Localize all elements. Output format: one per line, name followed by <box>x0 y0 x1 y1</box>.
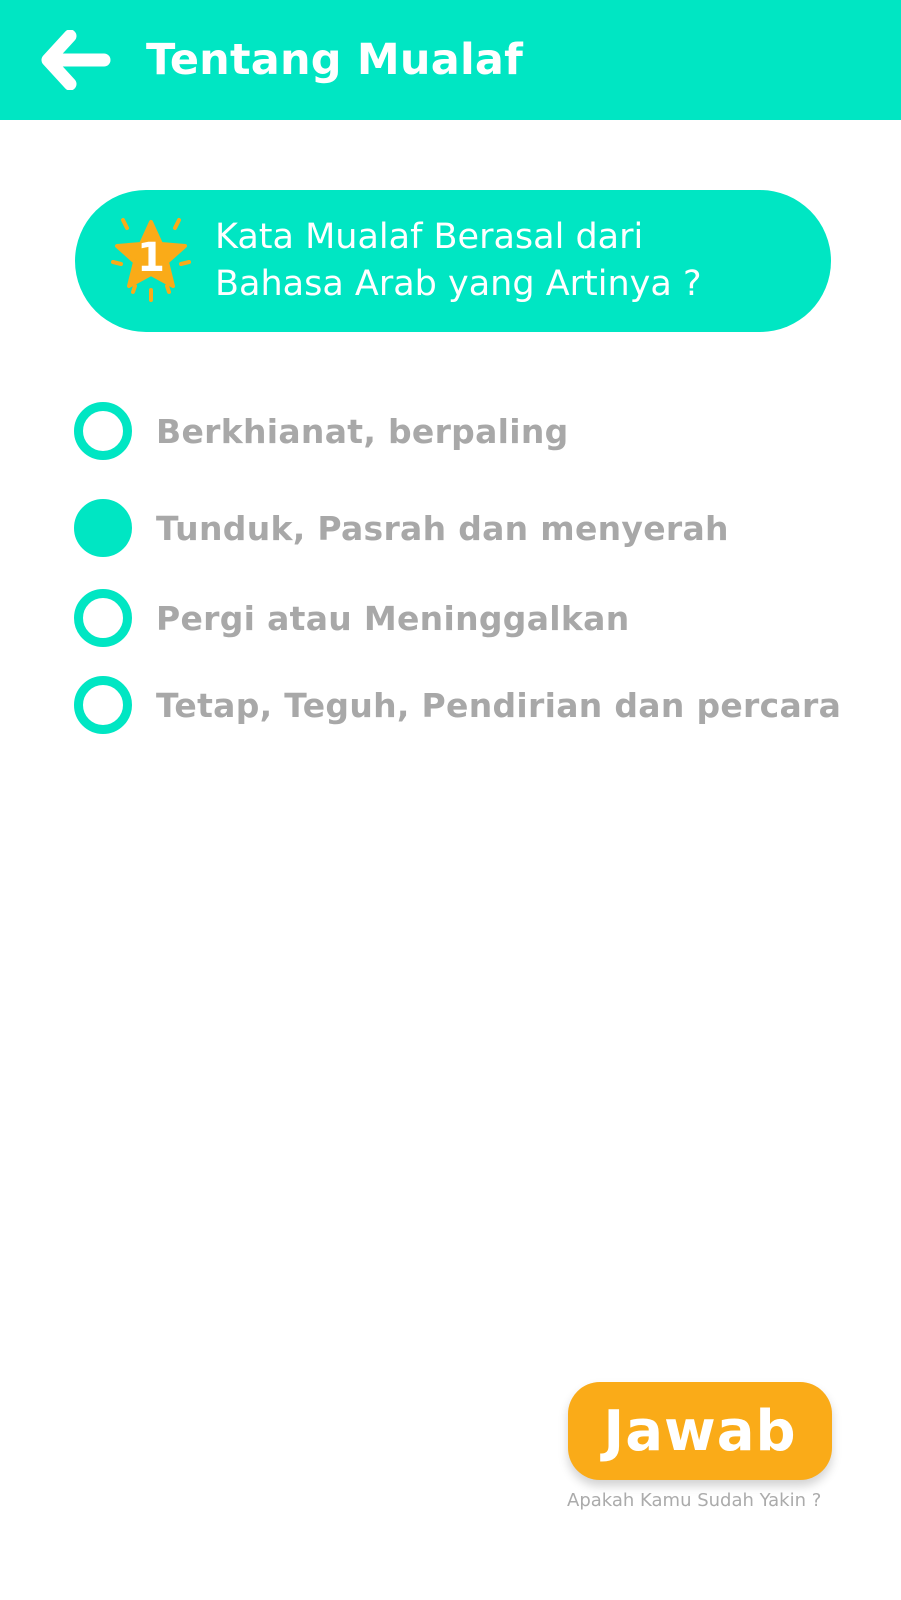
question-card: 1 Kata Mualaf Berasal dari Bahasa Arab y… <box>75 190 831 332</box>
radio-button[interactable] <box>74 589 132 647</box>
radio-button[interactable] <box>74 402 132 460</box>
radio-button[interactable] <box>74 676 132 734</box>
question-number-badge: 1 <box>105 214 197 306</box>
app-header: Tentang Mualaf <box>0 0 901 120</box>
question-line-2: Bahasa Arab yang Artinya ? <box>215 264 702 304</box>
option-label: Tunduk, Pasrah dan menyerah <box>156 508 729 548</box>
option-3[interactable]: Pergi atau Meninggalkan <box>74 587 834 649</box>
quiz-screen: Tentang Mualaf 1 Kata Mualaf Berasal dar… <box>0 0 901 1600</box>
option-label: Berkhianat, berpaling <box>156 411 569 451</box>
answer-button-label: Jawab <box>603 1398 797 1464</box>
question-text: Kata Mualaf Berasal dari Bahasa Arab yan… <box>215 214 805 308</box>
back-button[interactable] <box>38 30 114 90</box>
option-label: Pergi atau Meninggalkan <box>156 598 630 638</box>
radio-button-selected[interactable] <box>74 499 132 557</box>
option-1[interactable]: Berkhianat, berpaling <box>74 400 834 462</box>
option-label: Tetap, Teguh, Pendirian dan percara <box>156 685 842 725</box>
question-line-1: Kata Mualaf Berasal dari <box>215 217 644 257</box>
question-number: 1 <box>137 235 165 281</box>
answer-button[interactable]: Jawab <box>568 1382 832 1480</box>
arrow-left-icon <box>41 30 111 90</box>
page-title: Tentang Mualaf <box>146 35 524 85</box>
option-4[interactable]: Tetap, Teguh, Pendirian dan percara <box>74 674 841 736</box>
option-2[interactable]: Tunduk, Pasrah dan menyerah <box>74 497 834 559</box>
confirmation-hint: Apakah Kamu Sudah Yakin ? <box>567 1490 822 1511</box>
